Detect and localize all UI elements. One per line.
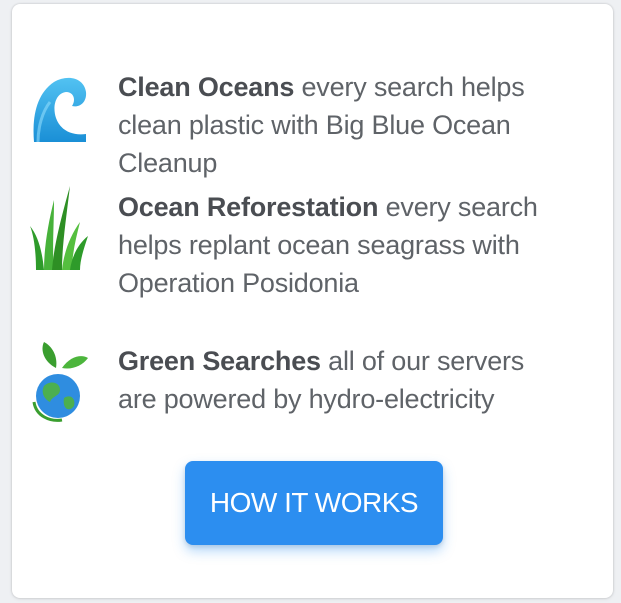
green-earth-icon (30, 342, 88, 422)
how-it-works-button[interactable]: HOW IT WORKS (185, 461, 443, 545)
feature-title: Green Searches (118, 346, 321, 376)
feature-title: Clean Oceans (118, 72, 295, 102)
seagrass-icon (30, 186, 88, 270)
impact-card: Clean Oceans every search helps clean pl… (12, 4, 613, 598)
feature-title: Ocean Reforestation (118, 192, 379, 222)
feature-green-searches: Green Searches all of our servers are po… (30, 342, 568, 422)
feature-clean-oceans: Clean Oceans every search helps clean pl… (30, 68, 568, 182)
wave-icon (30, 68, 88, 148)
feature-ocean-reforestation: Ocean Reforestation every search helps r… (30, 186, 568, 302)
